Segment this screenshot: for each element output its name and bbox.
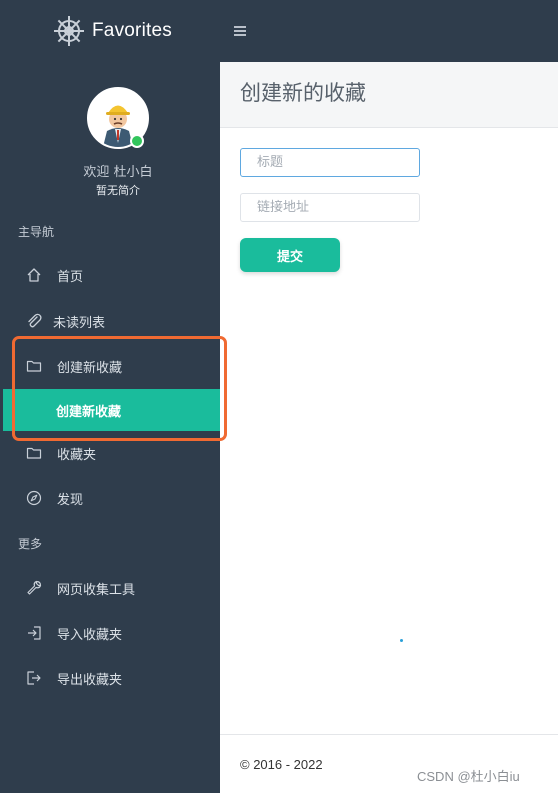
sidebar-item-discover[interactable]: 发现: [0, 478, 220, 518]
paperclip-icon: [28, 313, 42, 328]
sidebar-item-label: 导入收藏夹: [57, 627, 123, 643]
url-input[interactable]: [240, 193, 420, 222]
sidebar-item-label: 发现: [57, 492, 84, 508]
sidebar-item-label: 未读列表: [53, 315, 106, 331]
sidebar-item-export[interactable]: 导出收藏夹: [0, 658, 220, 698]
welcome-text: 欢迎 杜小白: [83, 165, 153, 180]
folder-icon: [26, 447, 42, 459]
menu-toggle-icon[interactable]: [233, 24, 247, 38]
sidebar-item-web-tool[interactable]: 网页收集工具: [0, 568, 220, 608]
sidebar-item-label: 收藏夹: [57, 447, 97, 463]
home-icon: [27, 268, 41, 282]
ship-wheel-logo-icon: [54, 16, 84, 46]
loading-dot: [400, 639, 403, 642]
wrench-icon: [27, 580, 42, 595]
watermark-text: CSDN @杜小白iu: [417, 769, 520, 784]
section-label-more: 更多: [18, 537, 43, 551]
import-icon: [28, 626, 41, 640]
sidebar-item-home[interactable]: 首页: [0, 255, 220, 295]
export-icon: [27, 671, 41, 685]
online-status-indicator: [130, 134, 144, 148]
user-intro: 暂无简介: [96, 184, 140, 197]
sidebar-item-unread[interactable]: 未读列表: [0, 301, 220, 341]
sidebar-item-label: 导出收藏夹: [57, 672, 123, 688]
brand-name: Favorites: [92, 20, 172, 41]
sidebar-item-label: 网页收集工具: [57, 582, 136, 598]
section-label-main-nav: 主导航: [18, 225, 55, 239]
submit-button[interactable]: 提交: [240, 238, 340, 272]
sidebar-item-import[interactable]: 导入收藏夹: [0, 613, 220, 653]
compass-icon: [26, 490, 42, 506]
top-navbar: Favorites: [0, 0, 558, 62]
footer-copyright: © 2016 - 2022: [240, 757, 323, 772]
brand[interactable]: Favorites: [52, 12, 172, 50]
annotation-highlight-box: [12, 336, 227, 441]
page-header: 创建新的收藏: [220, 62, 558, 128]
title-input[interactable]: [240, 148, 420, 177]
footer-divider: [220, 734, 558, 735]
page-title: 创建新的收藏: [240, 81, 366, 105]
sidebar-item-label: 首页: [57, 269, 84, 285]
